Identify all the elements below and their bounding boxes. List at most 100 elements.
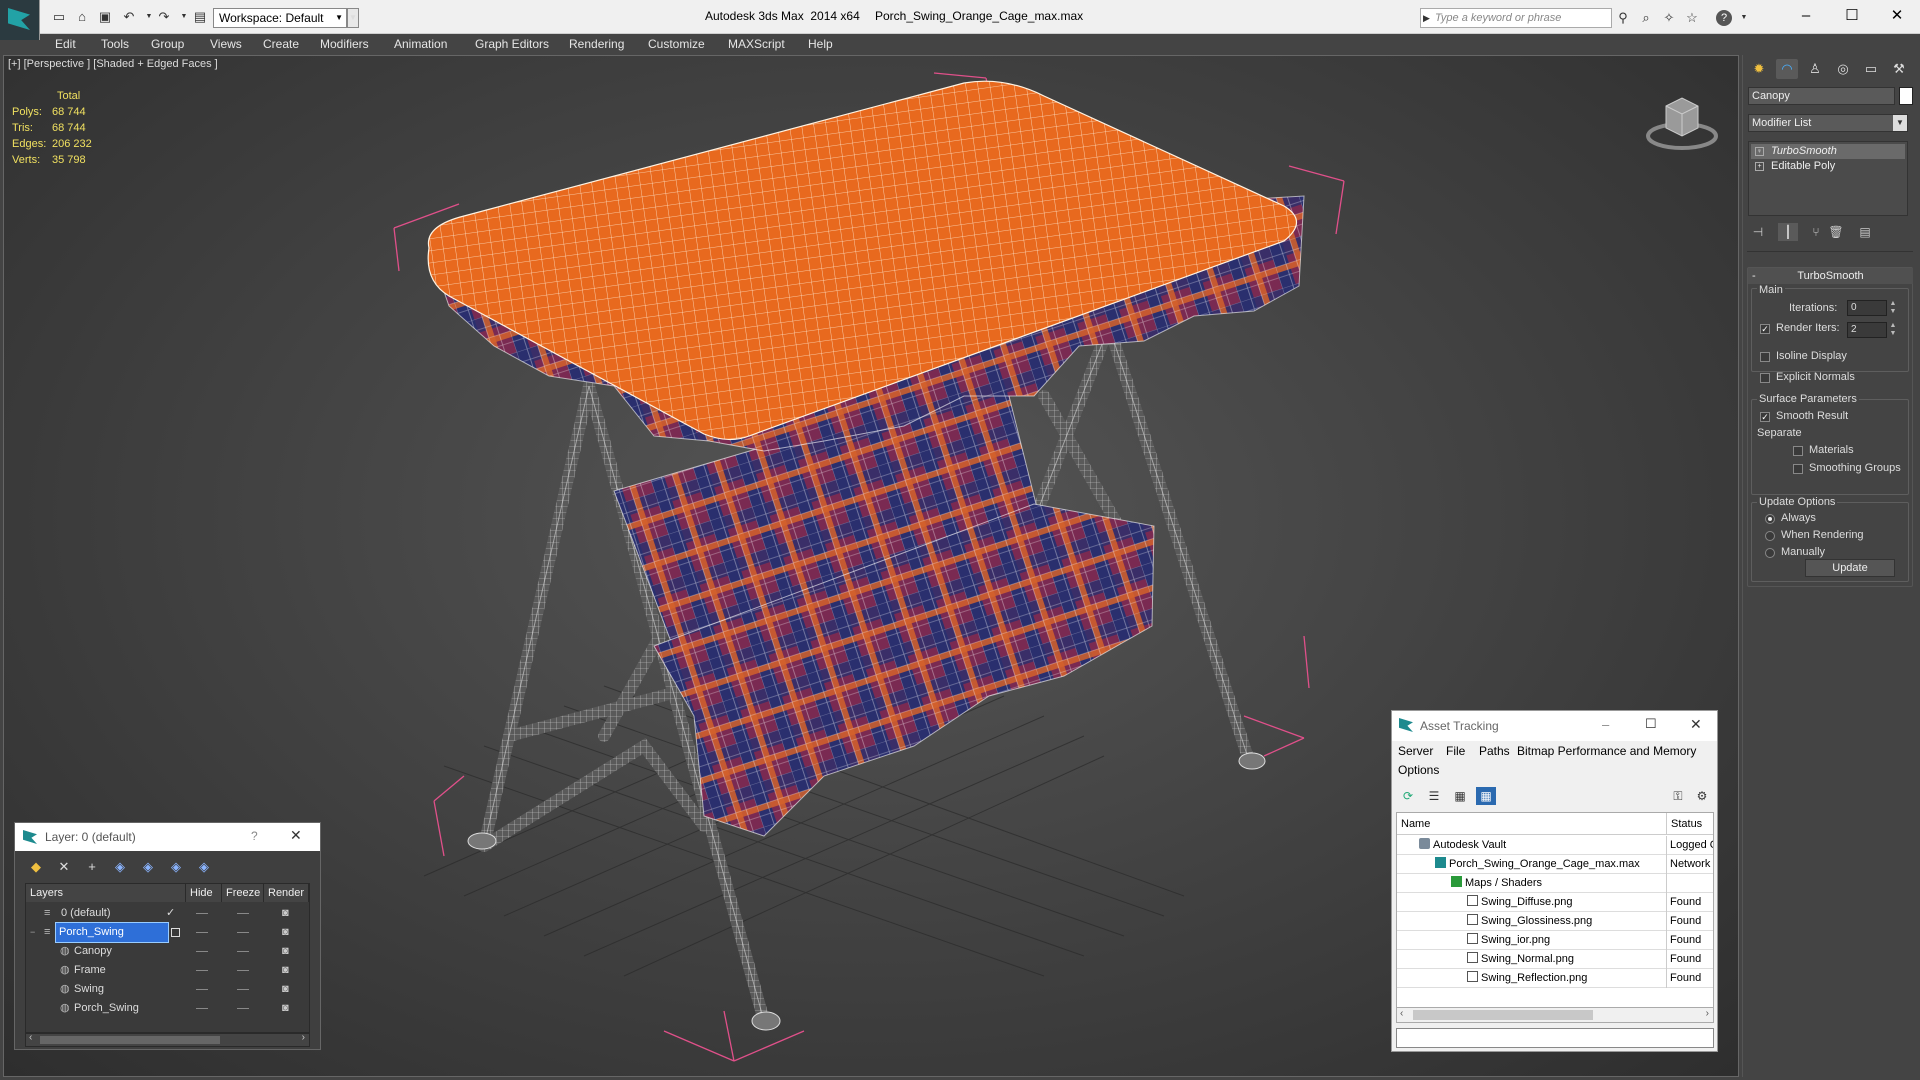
menu-maxscript[interactable]: MAXScript xyxy=(728,34,785,54)
menu-bitmap-performance[interactable]: Bitmap Performance and Memory xyxy=(1517,744,1696,758)
set-current-layer-icon[interactable]: ◈ xyxy=(165,857,187,877)
scroll-left-icon[interactable]: ‹ xyxy=(29,1032,32,1043)
materials-checkbox[interactable] xyxy=(1793,446,1803,456)
column-header-status[interactable]: Status xyxy=(1666,813,1713,835)
layer-row[interactable]: ◍ Frame ◙ xyxy=(26,961,309,980)
make-unique-icon[interactable]: ⑂ xyxy=(1806,223,1826,241)
favorites-star-icon[interactable]: ☆ xyxy=(1683,9,1701,27)
menu-group[interactable]: Group xyxy=(151,34,184,54)
configure-modifier-sets-icon[interactable]: ▤ xyxy=(1855,223,1875,241)
column-header-layers[interactable]: Layers xyxy=(26,884,186,902)
iterations-spinner[interactable]: 0 xyxy=(1847,300,1887,316)
close-button[interactable]: ✕ xyxy=(1874,3,1920,29)
undo-icon[interactable]: ↶ xyxy=(120,8,138,26)
menu-modifiers[interactable]: Modifiers xyxy=(320,34,369,54)
view-cube-icon[interactable] xyxy=(1642,86,1722,156)
layer-row[interactable]: ◍ Porch_Swing ◙ xyxy=(26,999,309,1018)
table-row[interactable]: Porch_Swing_Orange_Cage_max.max Network xyxy=(1397,855,1713,874)
close-button[interactable]: ✕ xyxy=(290,827,302,844)
scroll-right-icon[interactable]: › xyxy=(1706,1008,1709,1019)
layer-row[interactable]: ◍ Swing ◙ xyxy=(26,980,309,999)
minimize-button[interactable]: – xyxy=(1783,3,1829,29)
table-row[interactable]: Maps / Shaders xyxy=(1397,874,1713,893)
menu-options[interactable]: Options xyxy=(1398,763,1439,777)
menu-help[interactable]: Help xyxy=(808,34,833,54)
thumbnail-view-icon[interactable]: ▦ xyxy=(1450,787,1470,805)
when-rendering-radio[interactable] xyxy=(1765,531,1775,541)
table-row[interactable]: Swing_Diffuse.png Found xyxy=(1397,893,1713,912)
help-button[interactable]: ? xyxy=(251,829,258,843)
save-file-icon[interactable]: ▣ xyxy=(96,8,114,26)
smooth-result-checkbox[interactable]: ✓ xyxy=(1760,412,1770,422)
isoline-display-checkbox[interactable] xyxy=(1760,352,1770,362)
motion-tab-icon[interactable]: ◎ xyxy=(1832,59,1854,79)
menu-rendering[interactable]: Rendering xyxy=(569,34,624,54)
set-current-box-icon[interactable] xyxy=(171,928,180,937)
always-radio[interactable] xyxy=(1765,514,1775,524)
object-name-field[interactable]: Canopy xyxy=(1748,87,1895,105)
spinner-arrows-icon[interactable]: ▲ ▼ xyxy=(1888,300,1898,316)
menu-paths[interactable]: Paths xyxy=(1479,744,1510,758)
menu-graph-editors[interactable]: Graph Editors xyxy=(475,34,549,54)
stack-item-turbosmooth[interactable]: ♀ TurboSmooth xyxy=(1751,144,1905,159)
delete-layer-icon[interactable]: ✕ xyxy=(53,857,75,877)
menu-edit[interactable]: Edit xyxy=(55,34,76,54)
communication-center-icon[interactable]: ⌕ xyxy=(1637,9,1655,27)
lightbulb-icon[interactable]: ♀ xyxy=(1755,147,1764,156)
teapot-render-icon[interactable]: ◙ xyxy=(282,904,289,923)
create-tab-sun-icon[interactable]: ✹ xyxy=(1748,59,1770,79)
quick-access-customize-icon[interactable]: ▼ xyxy=(347,8,359,28)
table-row[interactable]: Swing_Reflection.png Found xyxy=(1397,969,1713,988)
layer-row[interactable]: ≡ 0 (default) ✓ ◙ xyxy=(26,904,309,923)
select-objects-icon[interactable]: ◈ xyxy=(109,857,131,877)
help-dropdown-icon[interactable]: ▼ xyxy=(1735,9,1753,27)
collapse-minus-icon[interactable]: − xyxy=(30,923,35,942)
menu-server[interactable]: Server xyxy=(1398,744,1433,758)
object-color-swatch[interactable] xyxy=(1899,87,1913,105)
display-tab-icon[interactable]: ▭ xyxy=(1860,59,1882,79)
horizontal-scrollbar[interactable]: ‹ › xyxy=(25,1032,310,1047)
scroll-right-icon[interactable]: › xyxy=(302,1032,305,1043)
manually-radio[interactable] xyxy=(1765,548,1775,558)
expand-plus-icon[interactable]: + xyxy=(1755,162,1764,171)
table-row[interactable]: Swing_Normal.png Found xyxy=(1397,950,1713,969)
table-row[interactable]: Autodesk VaultLogged Out xyxy=(1397,836,1713,855)
select-layer-icon[interactable]: ◈ xyxy=(137,857,159,877)
maximize-button[interactable]: ☐ xyxy=(1645,716,1657,732)
search-input[interactable]: ▶ Type a keyword or phrase xyxy=(1420,8,1612,28)
workspace-dropdown[interactable]: Workspace: Default ▼ xyxy=(213,8,347,28)
maximize-button[interactable]: ☐ xyxy=(1829,3,1875,29)
render-iters-checkbox[interactable]: ✓ xyxy=(1760,324,1770,334)
hide-all-layers-icon[interactable]: ◈ xyxy=(193,857,215,877)
teapot-render-icon[interactable]: ◙ xyxy=(282,999,289,1018)
horizontal-scrollbar[interactable]: ‹ › xyxy=(1396,1007,1714,1023)
refresh-icon[interactable]: ⟳ xyxy=(1398,787,1418,805)
pin-stack-icon[interactable]: ⊣ xyxy=(1748,223,1768,241)
stack-item-editable-poly[interactable]: + Editable Poly xyxy=(1751,159,1905,174)
remove-modifier-icon[interactable]: 🗑 xyxy=(1826,223,1846,241)
vault-login-icon[interactable]: ⚿ xyxy=(1668,787,1688,805)
open-file-icon[interactable]: ⌂ xyxy=(73,8,91,26)
viewport-label[interactable]: [+] [Perspective ] [Shaded + Edged Faces… xyxy=(8,58,218,70)
modify-tab-icon[interactable]: ◠ xyxy=(1776,59,1798,79)
smoothing-groups-checkbox[interactable] xyxy=(1793,464,1803,474)
table-view-icon[interactable]: ▦ xyxy=(1476,787,1496,805)
column-header-freeze[interactable]: Freeze xyxy=(222,884,264,902)
new-file-icon[interactable]: ▭ xyxy=(50,8,68,26)
table-row[interactable]: Swing_Glossiness.png Found xyxy=(1397,912,1713,931)
teapot-render-icon[interactable]: ◙ xyxy=(282,980,289,999)
modifier-list-dropdown[interactable]: Modifier List ▼ xyxy=(1748,114,1908,132)
explicit-normals-checkbox[interactable] xyxy=(1760,373,1770,383)
utilities-tab-icon[interactable]: ⚒ xyxy=(1888,59,1910,79)
help-icon[interactable]: ? xyxy=(1716,10,1732,26)
show-end-result-icon[interactable]: ┃ xyxy=(1778,223,1798,241)
hierarchy-tab-icon[interactable]: ♙ xyxy=(1804,59,1826,79)
list-view-icon[interactable]: ☰ xyxy=(1424,787,1444,805)
scroll-left-icon[interactable]: ‹ xyxy=(1400,1008,1403,1019)
app-menu-button[interactable] xyxy=(0,0,40,40)
subscription-icon[interactable]: ✧ xyxy=(1660,9,1678,27)
column-header-hide[interactable]: Hide xyxy=(186,884,222,902)
render-iters-spinner[interactable]: 2 xyxy=(1847,322,1887,338)
add-to-layer-icon[interactable]: + xyxy=(81,857,103,877)
menu-tools[interactable]: Tools xyxy=(101,34,129,54)
